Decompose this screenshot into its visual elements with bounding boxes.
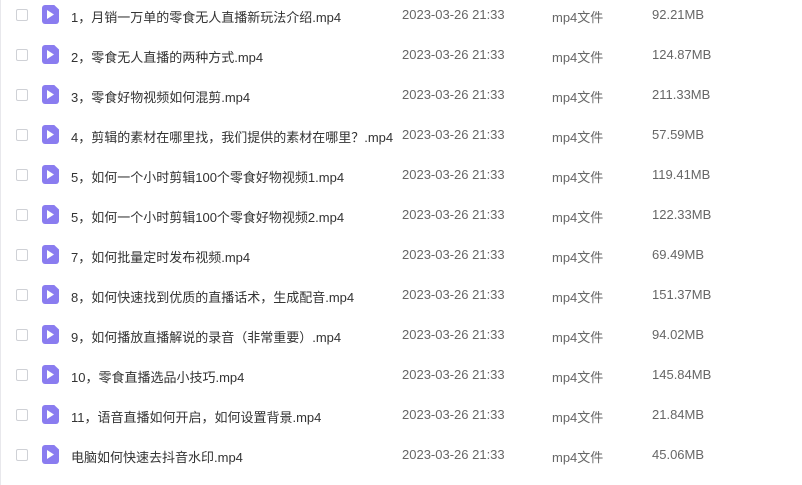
file-type: mp4文件 (552, 50, 604, 65)
file-date: 2023-03-26 21:33 (402, 287, 505, 302)
video-file-icon (42, 365, 59, 384)
file-size: 57.59MB (652, 127, 705, 142)
video-file-icon (42, 205, 59, 224)
file-row[interactable]: 5，如何一个小时剪辑100个零食好物视频2.mp4 2023-03-26 21:… (1, 196, 802, 236)
file-name[interactable]: 3，零食好物视频如何混剪.mp4 (71, 87, 250, 106)
file-size: 211.33MB (652, 87, 711, 102)
file-name[interactable]: 2，零食无人直播的两种方式.mp4 (71, 47, 263, 66)
file-date: 2023-03-26 21:33 (402, 407, 505, 422)
file-size: 92.21MB (652, 7, 705, 22)
file-row[interactable]: 4，剪辑的素材在哪里找，我们提供的素材在哪里？.mp4 2023-03-26 2… (1, 116, 802, 156)
file-name[interactable]: 4，剪辑的素材在哪里找，我们提供的素材在哪里？.mp4 (71, 127, 393, 146)
file-size: 124.87MB (652, 47, 712, 62)
video-file-icon (42, 165, 59, 184)
video-file-icon (42, 85, 59, 104)
file-name[interactable]: 5，如何一个小时剪辑100个零食好物视频1.mp4 (71, 167, 344, 186)
video-file-icon (42, 285, 59, 304)
file-type: mp4文件 (552, 170, 604, 185)
row-checkbox[interactable] (16, 369, 28, 381)
row-checkbox[interactable] (16, 289, 28, 301)
file-size: 21.84MB (652, 407, 705, 422)
file-date: 2023-03-26 21:33 (402, 247, 505, 262)
video-file-icon (42, 405, 59, 424)
file-name[interactable]: 1，月销一万单的零食无人直播新玩法介绍.mp4 (71, 7, 341, 26)
file-name[interactable]: 10，零食直播选品小技巧.mp4 (71, 367, 244, 386)
file-date: 2023-03-26 21:33 (402, 167, 505, 182)
row-checkbox[interactable] (16, 89, 28, 101)
file-row[interactable]: 8，如何快速找到优质的直播话术，生成配音.mp4 2023-03-26 21:3… (1, 276, 802, 316)
file-row[interactable]: 9，如何播放直播解说的录音（非常重要）.mp4 2023-03-26 21:33… (1, 316, 802, 356)
file-list: 1，月销一万单的零食无人直播新玩法介绍.mp4 2023-03-26 21:33… (0, 0, 802, 485)
file-row[interactable]: 1，月销一万单的零食无人直播新玩法介绍.mp4 2023-03-26 21:33… (1, 0, 802, 36)
file-row[interactable]: 5，如何一个小时剪辑100个零食好物视频1.mp4 2023-03-26 21:… (1, 156, 802, 196)
video-file-icon (42, 245, 59, 264)
row-checkbox[interactable] (16, 49, 28, 61)
file-date: 2023-03-26 21:33 (402, 367, 505, 382)
file-row[interactable]: 2，零食无人直播的两种方式.mp4 2023-03-26 21:33 mp4文件… (1, 36, 802, 76)
file-size: 119.41MB (652, 167, 711, 182)
file-name[interactable]: 电脑如何快速去抖音水印.mp4 (71, 447, 243, 466)
file-name[interactable]: 8，如何快速找到优质的直播话术，生成配音.mp4 (71, 287, 354, 306)
file-type: mp4文件 (552, 130, 604, 145)
file-type: mp4文件 (552, 330, 604, 345)
file-size: 145.84MB (652, 367, 712, 382)
row-checkbox[interactable] (16, 129, 28, 141)
file-size: 69.49MB (652, 247, 705, 262)
file-type: mp4文件 (552, 450, 604, 465)
file-size: 94.02MB (652, 327, 705, 342)
row-checkbox[interactable] (16, 449, 28, 461)
file-type: mp4文件 (552, 10, 604, 25)
file-name[interactable]: 11，语音直播如何开启，如何设置背景.mp4 (71, 407, 321, 426)
file-name[interactable]: 7，如何批量定时发布视频.mp4 (71, 247, 250, 266)
video-file-icon (42, 45, 59, 64)
file-date: 2023-03-26 21:33 (402, 7, 505, 22)
file-row[interactable]: 10，零食直播选品小技巧.mp4 2023-03-26 21:33 mp4文件 … (1, 356, 802, 396)
video-file-icon (42, 325, 59, 344)
row-checkbox[interactable] (16, 209, 28, 221)
video-file-icon (42, 125, 59, 144)
row-checkbox[interactable] (16, 9, 28, 21)
row-checkbox[interactable] (16, 169, 28, 181)
file-row[interactable]: 11，语音直播如何开启，如何设置背景.mp4 2023-03-26 21:33 … (1, 396, 802, 436)
file-date: 2023-03-26 21:33 (402, 127, 505, 142)
file-row[interactable]: 7，如何批量定时发布视频.mp4 2023-03-26 21:33 mp4文件 … (1, 236, 802, 276)
video-file-icon (42, 445, 59, 464)
file-type: mp4文件 (552, 250, 604, 265)
file-date: 2023-03-26 21:33 (402, 47, 505, 62)
file-row[interactable]: 电脑如何快速去抖音水印.mp4 2023-03-26 21:33 mp4文件 4… (1, 436, 802, 476)
file-type: mp4文件 (552, 210, 604, 225)
file-name[interactable]: 9，如何播放直播解说的录音（非常重要）.mp4 (71, 327, 341, 346)
file-name[interactable]: 5，如何一个小时剪辑100个零食好物视频2.mp4 (71, 207, 344, 226)
file-date: 2023-03-26 21:33 (402, 87, 505, 102)
file-date: 2023-03-26 21:33 (402, 447, 505, 462)
file-row[interactable]: 3，零食好物视频如何混剪.mp4 2023-03-26 21:33 mp4文件 … (1, 76, 802, 116)
file-date: 2023-03-26 21:33 (402, 327, 505, 342)
file-type: mp4文件 (552, 370, 604, 385)
file-type: mp4文件 (552, 410, 604, 425)
row-checkbox[interactable] (16, 409, 28, 421)
file-type: mp4文件 (552, 290, 604, 305)
file-date: 2023-03-26 21:33 (402, 207, 505, 222)
row-checkbox[interactable] (16, 329, 28, 341)
file-size: 45.06MB (652, 447, 705, 462)
row-checkbox[interactable] (16, 249, 28, 261)
file-size: 122.33MB (652, 207, 712, 222)
file-type: mp4文件 (552, 90, 604, 105)
file-size: 151.37MB (652, 287, 712, 302)
video-file-icon (42, 5, 59, 24)
